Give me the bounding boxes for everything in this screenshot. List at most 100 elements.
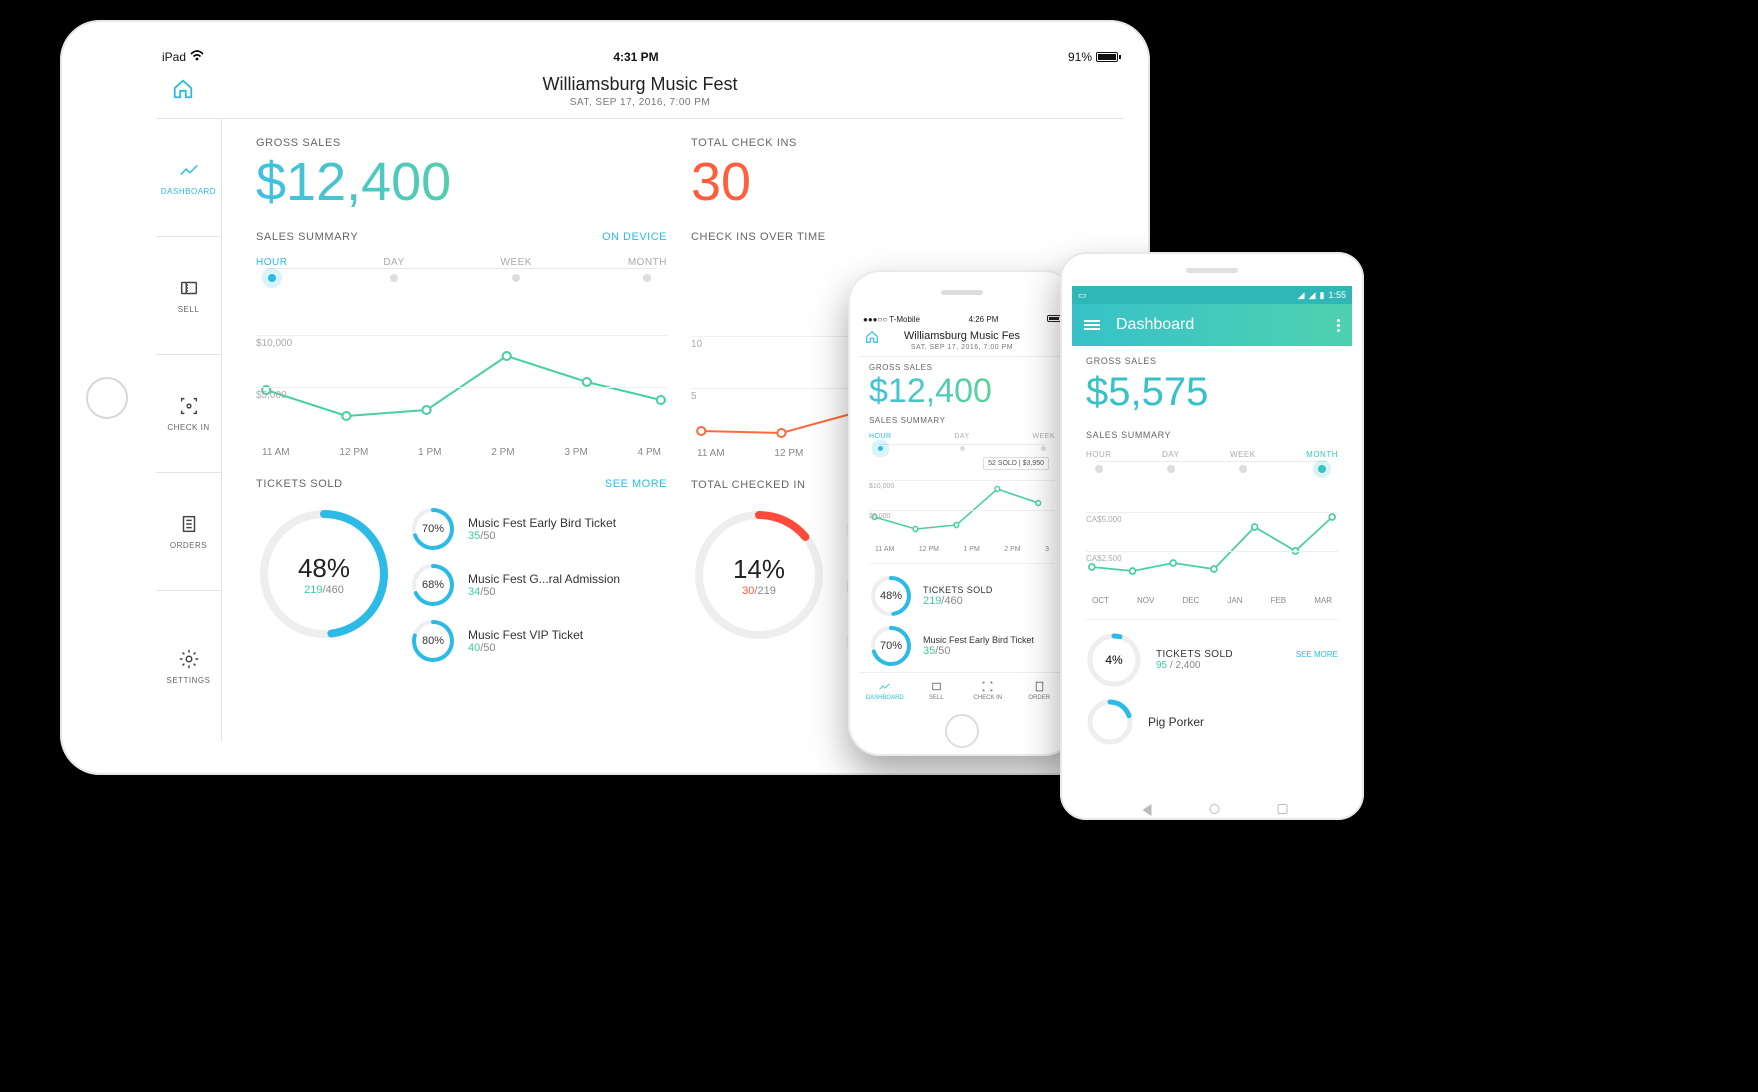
gross-sales-value: $12,400 bbox=[869, 374, 1055, 408]
range-tab-week[interactable]: WEEK bbox=[1230, 450, 1256, 473]
home-icon[interactable] bbox=[865, 330, 879, 344]
sidebar-label: ORDERS bbox=[170, 541, 207, 550]
range-tab-day[interactable]: DAY bbox=[383, 257, 404, 282]
sidebar-item-sell[interactable]: SELL bbox=[156, 237, 221, 355]
sidebar-item-dashboard[interactable]: DASHBOARD bbox=[156, 119, 221, 237]
tab-bar: DASHBOARD SELL CHECK IN ORDER bbox=[859, 672, 1065, 708]
range-tab-day[interactable]: DAY bbox=[954, 433, 969, 451]
gross-sales-value: $12,400 bbox=[256, 155, 667, 209]
gross-sales-label: GROSS SALES bbox=[869, 363, 1055, 372]
sales-x-axis: 11 AM12 PM 1 PM2 PM 3 PM4 PM bbox=[256, 447, 667, 458]
android-screen: ▭ ◢ ◢ ▮ 1:55 Dashboard GROSS SALES $5,57… bbox=[1072, 286, 1352, 786]
sidebar-item-orders[interactable]: ORDERS bbox=[156, 473, 221, 591]
receipt-icon bbox=[178, 513, 200, 535]
sidebar: DASHBOARD SELL CHECK IN ORDERS SETTINGS bbox=[156, 119, 222, 742]
sidebar-label: CHECK IN bbox=[167, 423, 209, 432]
sidebar-item-checkin[interactable]: CHECK IN bbox=[156, 355, 221, 473]
overflow-icon[interactable] bbox=[1337, 319, 1340, 332]
tickets-sold-summary[interactable]: 48% TICKETS SOLD219/460 bbox=[869, 563, 1055, 618]
on-device-toggle[interactable]: ON DEVICE bbox=[602, 231, 667, 243]
range-tab-week[interactable]: WEEK bbox=[1032, 433, 1055, 451]
sidebar-label: SETTINGS bbox=[166, 676, 210, 685]
toolbar-title: Dashboard bbox=[1116, 316, 1337, 334]
device-name: iPad bbox=[162, 50, 186, 64]
ticket-type-row[interactable]: 70% Music Fest Early Bird Ticket35/50 bbox=[869, 620, 1055, 668]
range-tab-week[interactable]: WEEK bbox=[501, 257, 532, 282]
sales-chart: $10,000 $5,000 11 AM12 PM 1 PM2 PM bbox=[256, 312, 667, 442]
ios-status-bar: ●●●○○ T-Mobile 4:26 PM bbox=[859, 312, 1065, 326]
ticket-type-row[interactable]: 68% Music Fest G...ral Admission34/50 bbox=[410, 562, 667, 608]
iphone-device: ●●●○○ T-Mobile 4:26 PM Williamsburg Musi… bbox=[848, 270, 1076, 756]
status-time: 4:26 PM bbox=[969, 315, 999, 324]
total-checkins-value: 30 bbox=[691, 155, 1102, 209]
range-tab-month[interactable]: MONTH bbox=[1306, 450, 1338, 473]
ticket-type-row[interactable]: 70% Music Fest Early Bird Ticket35/50 bbox=[410, 506, 667, 552]
ticket-icon bbox=[178, 277, 200, 299]
checkins-over-time-label: CHECK INS OVER TIME bbox=[691, 231, 826, 243]
battery-icon bbox=[1096, 52, 1118, 62]
tickets-sold-summary[interactable]: 4% TICKETS SOLD SEE MORE 95 / 2,400 bbox=[1086, 619, 1338, 688]
android-device: ▭ ◢ ◢ ▮ 1:55 Dashboard GROSS SALES $5,57… bbox=[1060, 252, 1364, 820]
dashboard-content: GROSS SALES $5,575 SALES SUMMARY HOUR DA… bbox=[1072, 346, 1352, 746]
iphone-home-button[interactable] bbox=[945, 714, 979, 748]
total-checked-in-label: TOTAL CHECKED IN bbox=[691, 479, 806, 491]
menu-icon[interactable] bbox=[1084, 320, 1100, 330]
range-tab-hour[interactable]: HOUR bbox=[869, 433, 892, 451]
see-more-link[interactable]: SEE MORE bbox=[605, 478, 667, 490]
status-time: 1:55 bbox=[1328, 290, 1346, 300]
battery-icon: ▮ bbox=[1320, 290, 1325, 301]
notification-icon: ▭ bbox=[1078, 290, 1087, 301]
tab-dashboard[interactable]: DASHBOARD bbox=[859, 673, 911, 708]
ticket-type-row[interactable]: 80% Music Fest VIP Ticket40/50 bbox=[410, 618, 667, 664]
sidebar-label: DASHBOARD bbox=[161, 187, 216, 196]
dashboard-content: GROSS SALES $12,400 SALES SUMMARY HOUR D… bbox=[859, 357, 1065, 668]
sales-column: GROSS SALES $12,400 SALES SUMMARY ON DEV… bbox=[256, 137, 667, 742]
wifi-icon: ◢ bbox=[1298, 290, 1305, 301]
vendor-name: Pig Porker bbox=[1148, 715, 1204, 729]
status-time: 4:31 PM bbox=[204, 50, 1068, 64]
speaker bbox=[1186, 268, 1238, 273]
range-tab-month[interactable]: MONTH bbox=[628, 257, 667, 282]
total-checkins-label: TOTAL CHECK INS bbox=[691, 137, 1102, 149]
ipad-status-bar: iPad 4:31 PM 91% bbox=[156, 46, 1124, 68]
tab-checkin[interactable]: CHECK IN bbox=[962, 673, 1014, 708]
back-icon[interactable] bbox=[1137, 804, 1152, 816]
vendor-row[interactable]: Pig Porker bbox=[1086, 698, 1338, 746]
chart-tooltip: 52 SOLD | $3,950 bbox=[983, 457, 1049, 470]
see-more-link[interactable]: SEE MORE bbox=[1296, 650, 1338, 659]
signal-dots: ●●●○○ bbox=[863, 315, 887, 324]
ipad-home-button[interactable] bbox=[86, 377, 128, 419]
sales-summary-label: SALES SUMMARY bbox=[1086, 430, 1338, 440]
android-status-bar: ▭ ◢ ◢ ▮ 1:55 bbox=[1072, 286, 1352, 304]
sales-summary-label: SALES SUMMARY bbox=[256, 231, 358, 243]
sidebar-item-settings[interactable]: SETTINGS bbox=[156, 591, 221, 742]
home-icon[interactable] bbox=[1210, 804, 1220, 814]
speaker bbox=[941, 290, 983, 295]
checked-in-donut: 14%30/219 bbox=[691, 507, 827, 643]
sales-chart: CA$5,000 CA$2,500 OCTNOVDECJANFEBMAR bbox=[1086, 495, 1338, 591]
gross-sales-value: $5,575 bbox=[1086, 372, 1338, 412]
recents-icon[interactable] bbox=[1278, 804, 1288, 814]
vendor-donut bbox=[1086, 698, 1134, 746]
sidebar-label: SELL bbox=[178, 305, 200, 314]
range-tab-hour[interactable]: HOUR bbox=[1086, 450, 1112, 473]
tickets-sold-donut: 48%219/460 bbox=[256, 506, 392, 642]
event-title: Williamsburg Music Fest bbox=[156, 74, 1124, 95]
chart-icon bbox=[178, 159, 200, 181]
x-axis: 11 AM12 PM1 PM2 PM3 bbox=[869, 546, 1055, 553]
tickets-sold-label: TICKETS SOLD bbox=[1156, 649, 1233, 660]
gross-sales-label: GROSS SALES bbox=[256, 137, 667, 149]
android-nav-bar bbox=[1137, 804, 1288, 816]
range-tab-hour[interactable]: HOUR bbox=[256, 257, 287, 282]
tab-orders[interactable]: ORDER bbox=[1014, 673, 1066, 708]
app-header: Williamsburg Music Fes SAT, SEP 17, 2016… bbox=[859, 326, 1065, 357]
event-subtitle: SAT, SEP 17, 2016, 7:00 PM bbox=[156, 97, 1124, 108]
home-icon[interactable] bbox=[172, 78, 194, 100]
tab-sell[interactable]: SELL bbox=[911, 673, 963, 708]
event-subtitle: SAT, SEP 17, 2016, 7:00 PM bbox=[859, 344, 1065, 351]
app-header: Williamsburg Music Fest SAT, SEP 17, 201… bbox=[156, 68, 1124, 119]
tickets-sold-donut: 4% bbox=[1086, 632, 1142, 688]
wifi-icon bbox=[190, 50, 204, 64]
battery-icon bbox=[1047, 315, 1061, 324]
range-tab-day[interactable]: DAY bbox=[1162, 450, 1179, 473]
